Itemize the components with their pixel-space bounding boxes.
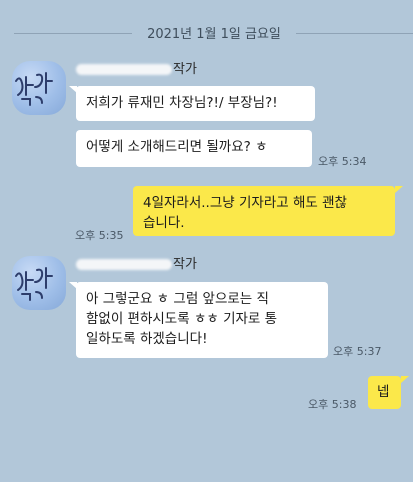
- sender-avatar[interactable]: [12, 61, 66, 115]
- message-text: 저희가 류재민 차장님?!/ 부장님?!: [86, 95, 278, 111]
- incoming-message-bubble[interactable]: 아 그렇군요 ㅎ 그럼 앞으로는 직 함없이 편하시도록 ㅎㅎ 기자로 통 일하…: [76, 282, 328, 358]
- date-divider: 2021년 1월 1일 금요일: [0, 22, 413, 44]
- message-time: 오후 5:37: [333, 345, 382, 358]
- message-text: 어떻게 소개해드리면 될까요? ㅎ: [86, 139, 268, 155]
- date-label: 2021년 1월 1일 금요일: [147, 27, 281, 42]
- divider-line-right: [296, 33, 413, 34]
- sender-name-suffix: 작가: [173, 62, 197, 77]
- message-text-line: 4일자라서..그냥 기자라고 해도 괜찮: [143, 195, 347, 211]
- avatar-handwriting-icon: [15, 72, 53, 106]
- avatar-handwriting-icon: [15, 267, 53, 301]
- sender-avatar[interactable]: [12, 256, 66, 310]
- sender-name: 작가: [76, 256, 197, 274]
- message-text-line: 아 그렇군요 ㅎ 그럼 앞으로는 직: [86, 291, 269, 307]
- bubble-tail: [401, 376, 409, 383]
- incoming-message-bubble[interactable]: 어떻게 소개해드리면 될까요? ㅎ: [76, 130, 312, 167]
- message-text-line: 일하도록 하겠습니다!: [86, 331, 208, 347]
- divider-line-left: [14, 33, 132, 34]
- message-time: 오후 5:38: [308, 398, 357, 411]
- redacted-name: [76, 259, 172, 270]
- sender-name: 작가: [76, 61, 197, 79]
- message-text: 넵: [377, 384, 390, 400]
- message-text-line: 함없이 편하시도록 ㅎㅎ 기자로 통: [86, 311, 278, 327]
- sender-name-suffix: 작가: [173, 257, 197, 272]
- outgoing-message-bubble[interactable]: 넵: [368, 376, 401, 409]
- bubble-tail: [395, 186, 403, 193]
- incoming-message-bubble[interactable]: 저희가 류재민 차장님?!/ 부장님?!: [76, 86, 315, 121]
- outgoing-message-bubble[interactable]: 4일자라서..그냥 기자라고 해도 괜찮 습니다.: [133, 186, 395, 236]
- message-time: 오후 5:35: [75, 229, 124, 242]
- message-text-line: 습니다.: [143, 215, 185, 231]
- redacted-name: [76, 64, 172, 75]
- message-time: 오후 5:34: [318, 155, 367, 168]
